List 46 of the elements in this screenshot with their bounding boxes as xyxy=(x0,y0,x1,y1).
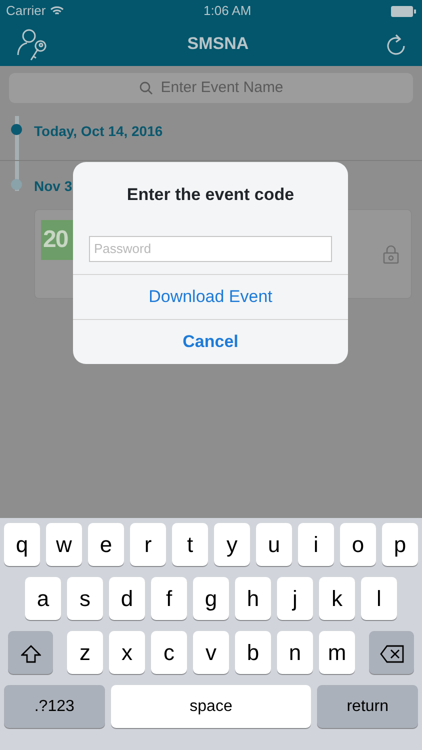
keyboard-key[interactable]: x xyxy=(109,631,145,674)
app-title: SMSNA xyxy=(187,33,249,56)
keyboard-key[interactable]: t xyxy=(172,523,208,566)
keyboard-key[interactable]: a xyxy=(25,577,61,620)
keyboard-key[interactable]: j xyxy=(277,577,313,620)
search-icon xyxy=(138,81,153,95)
keyboard-key[interactable]: u xyxy=(256,523,292,566)
backspace-key[interactable] xyxy=(369,631,414,674)
keyboard-key[interactable]: f xyxy=(151,577,187,620)
keyboard-key[interactable]: n xyxy=(277,631,313,674)
refresh-icon[interactable] xyxy=(386,33,406,55)
keyboard-key[interactable]: z xyxy=(67,631,103,674)
keyboard-key[interactable]: w xyxy=(46,523,82,566)
keyboard-key[interactable]: p xyxy=(382,523,418,566)
wifi-icon xyxy=(50,6,64,16)
keyboard-key[interactable]: q xyxy=(4,523,40,566)
keyboard-key[interactable]: h xyxy=(235,577,271,620)
keyboard-key[interactable]: r xyxy=(130,523,166,566)
dialog-title: Enter the event code xyxy=(126,184,296,206)
keyboard-key[interactable]: l xyxy=(361,577,397,620)
keyboard-key[interactable]: return xyxy=(317,685,418,728)
keyboard-key[interactable]: c xyxy=(151,631,187,674)
keyboard-key[interactable]: g xyxy=(193,577,229,620)
keyboard-key[interactable]: .?123 xyxy=(4,685,105,728)
keyboard-key[interactable]: k xyxy=(319,577,355,620)
keyboard-key[interactable]: e xyxy=(88,523,124,566)
keyboard-key[interactable]: o xyxy=(340,523,376,566)
keyboard-key[interactable]: i xyxy=(298,523,334,566)
keyboard-key[interactable]: m xyxy=(319,631,355,674)
keyboard-key[interactable]: v xyxy=(193,631,229,674)
shift-icon xyxy=(20,645,40,664)
shift-key[interactable] xyxy=(8,631,53,674)
cancel-button[interactable]: Cancel xyxy=(73,318,348,364)
backspace-icon xyxy=(380,645,404,664)
battery-icon xyxy=(391,6,416,16)
space-key[interactable]: space xyxy=(110,685,312,728)
password-field[interactable]: Password xyxy=(89,236,332,262)
date-heading: Today, Oct 14, 2016 xyxy=(34,123,163,139)
download-button[interactable]: Download Event xyxy=(73,274,348,318)
keyboard-key[interactable]: b xyxy=(235,631,271,674)
keyboard-key[interactable]: d xyxy=(109,577,145,620)
date-heading: Nov 3 xyxy=(34,178,72,194)
status-time: 1:06 AM xyxy=(204,2,252,20)
keyboard-key[interactable]: y xyxy=(214,523,250,566)
keyboard-key[interactable]: s xyxy=(67,577,103,620)
carrier-name: Carrier xyxy=(6,2,46,20)
